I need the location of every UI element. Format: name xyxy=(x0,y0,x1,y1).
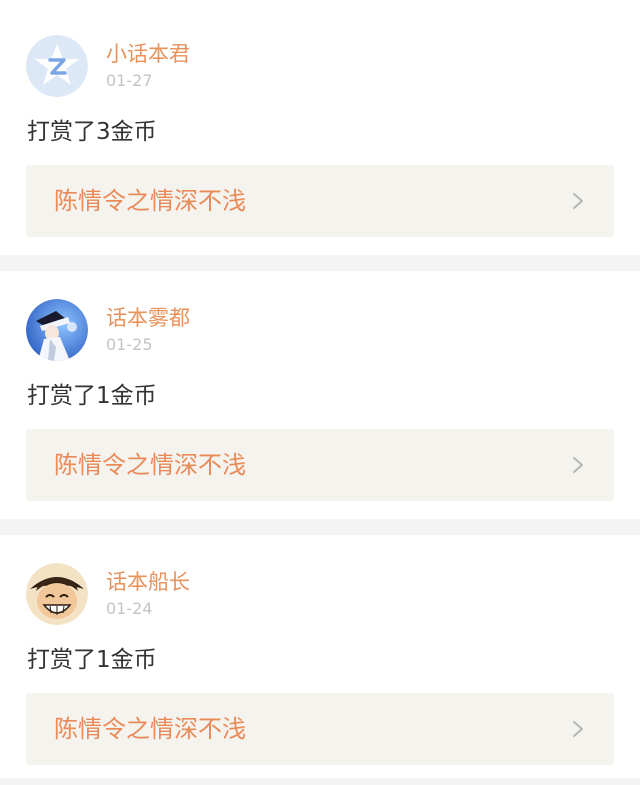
anime-character-avatar xyxy=(26,299,88,361)
reward-entry: 话本船长 01-24 打赏了1金币 陈情令之情深不浅 xyxy=(0,535,640,785)
username[interactable]: 话本船长 xyxy=(106,570,190,594)
chevron-right-icon xyxy=(573,193,583,209)
book-title: 陈情令之情深不浅 xyxy=(54,451,246,479)
straw-hat-boy-avatar xyxy=(26,563,88,625)
username[interactable]: 小话本君 xyxy=(106,42,190,66)
avatar[interactable] xyxy=(26,299,88,361)
reward-action-text: 打赏了3金币 xyxy=(27,119,157,145)
username[interactable]: 话本雾都 xyxy=(106,306,190,330)
reward-entry: 话本雾都 01-25 打赏了1金币 陈情令之情深不浅 xyxy=(0,271,640,519)
book-link[interactable]: 陈情令之情深不浅 xyxy=(26,165,614,237)
divider xyxy=(0,255,640,271)
entry-date: 01-24 xyxy=(106,599,153,618)
reward-action-text: 打赏了1金币 xyxy=(27,383,157,409)
book-link[interactable]: 陈情令之情深不浅 xyxy=(26,693,614,765)
divider xyxy=(0,778,640,785)
chevron-right-icon xyxy=(573,457,583,473)
avatar[interactable] xyxy=(26,563,88,625)
avatar[interactable] xyxy=(26,35,88,97)
divider xyxy=(0,519,640,535)
entry-date: 01-27 xyxy=(106,71,153,90)
reward-entry: 小话本君 01-27 打赏了3金币 陈情令之情深不浅 xyxy=(0,0,640,255)
book-link[interactable]: 陈情令之情深不浅 xyxy=(26,429,614,501)
book-title: 陈情令之情深不浅 xyxy=(54,715,246,743)
star-logo-icon xyxy=(26,35,88,97)
entry-date: 01-25 xyxy=(106,335,153,354)
book-title: 陈情令之情深不浅 xyxy=(54,187,246,215)
reward-list-page: 小话本君 01-27 打赏了3金币 陈情令之情深不浅 话本雾都 01-25 打赏… xyxy=(0,0,640,785)
chevron-right-icon xyxy=(573,721,583,737)
reward-action-text: 打赏了1金币 xyxy=(27,647,157,673)
